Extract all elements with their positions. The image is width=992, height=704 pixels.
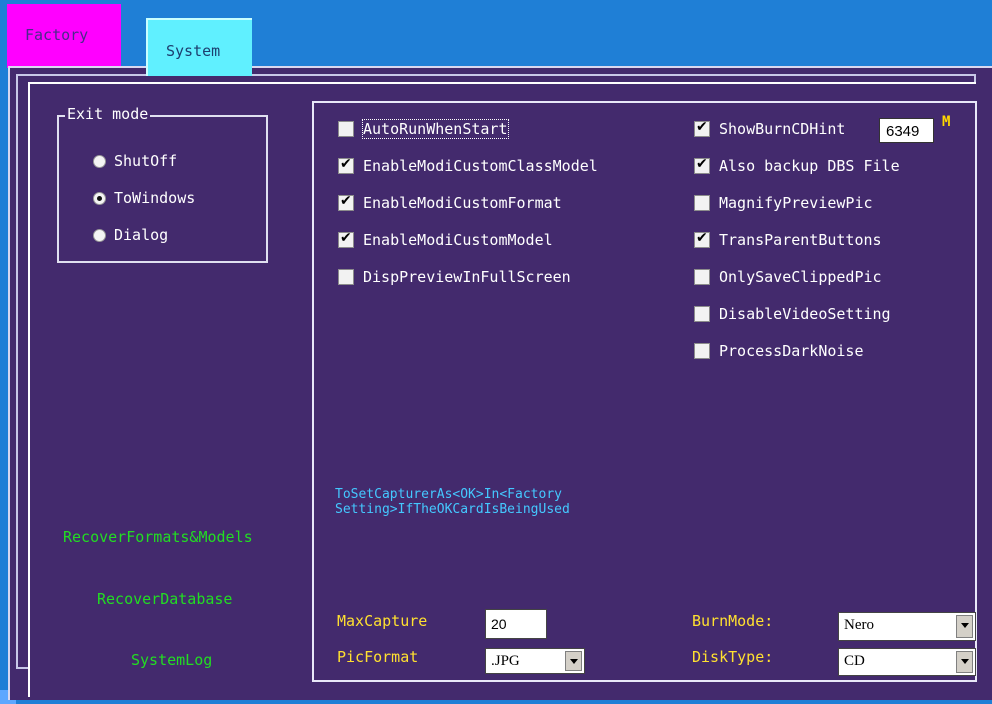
checkbox-label: DispPreviewInFullScreen [363,268,571,286]
checkbox-label: EnableModiCustomClassModel [363,157,598,175]
checkbox[interactable] [338,193,354,211]
radio-label: ShutOff [114,152,178,170]
checkbox[interactable] [338,121,354,137]
max-capture-label: MaxCapture [337,612,428,630]
checkbox-process-dark-noise[interactable]: ProcessDarkNoise [694,342,864,360]
checkbox[interactable] [694,230,710,248]
checkbox-disable-video-setting[interactable]: DisableVideoSetting [694,305,891,323]
checkbox-label: AutoRunWhenStart [362,119,509,139]
checkbox-label: ProcessDarkNoise [719,342,864,360]
radio-shutoff[interactable]: ShutOff [93,152,177,170]
radio-button[interactable] [93,191,106,205]
checkbox[interactable] [694,343,710,359]
checkbox[interactable] [338,230,354,248]
disk-type-select[interactable]: CD [838,648,976,676]
checkbox-label: EnableModiCustomModel [363,231,553,249]
burn-mode-value: Nero [844,617,874,633]
checkbox-enable-modi-custom-format[interactable]: EnableModiCustomFormat [338,193,562,212]
burn-mode-label: BurnMode: [692,612,774,630]
checkbox[interactable] [338,269,354,285]
checkbox-enable-modi-custom-model[interactable]: EnableModiCustomModel [338,230,553,249]
burn-mode-select[interactable]: Nero [838,612,976,641]
checkbox-magnify-preview-pic[interactable]: MagnifyPreviewPic [694,194,873,212]
system-log-link[interactable]: SystemLog [131,651,212,669]
radio-button[interactable] [93,228,106,242]
checkbox-also-backup-dbs[interactable]: Also backup DBS File [694,156,900,175]
radio-dialog[interactable]: Dialog [93,226,168,244]
checkbox[interactable] [694,269,710,285]
recover-database-link[interactable]: RecoverDatabase [97,590,232,608]
options-group [312,101,977,682]
chevron-down-icon[interactable] [956,615,973,638]
checkbox[interactable] [694,195,710,211]
radio-button[interactable] [93,154,106,168]
checkbox[interactable] [694,156,710,174]
checkbox-label: OnlySaveClippedPic [719,268,882,286]
checkbox-transparent-buttons[interactable]: TransParentButtons [694,230,882,249]
checkbox-label: ShowBurnCDHint [719,120,846,138]
disk-type-label: DiskType: [692,648,774,666]
checkbox[interactable] [694,306,710,322]
checkbox-enable-modi-custom-class-model[interactable]: EnableModiCustomClassModel [338,156,598,175]
pic-format-label: PicFormat [337,648,419,666]
checkbox-only-save-clipped-pic[interactable]: OnlySaveClippedPic [694,268,882,286]
pic-format-select[interactable]: .JPG [485,648,585,674]
chevron-down-icon[interactable] [565,651,582,671]
checkbox-autorun[interactable]: AutoRunWhenStart [338,119,509,139]
checkbox-label: EnableModiCustomFormat [363,194,562,212]
checkbox-label: Also backup DBS File [719,157,900,175]
exit-mode-title: Exit mode [65,105,151,123]
max-capture-input[interactable]: 20 [485,609,547,639]
disk-type-value: CD [844,653,865,669]
checkbox[interactable] [338,156,354,174]
burn-hint-unit: M [942,114,951,130]
checkbox-label: MagnifyPreviewPic [719,194,873,212]
chevron-down-icon[interactable] [956,651,973,673]
burn-hint-size-input[interactable]: 6349 [879,118,934,143]
checkbox-label: DisableVideoSetting [719,305,891,323]
capturer-note: ToSetCapturerAs<OK>In<Factory Setting>If… [335,487,570,517]
checkbox-label: TransParentButtons [719,231,882,249]
recover-formats-models-link[interactable]: RecoverFormats&Models [63,528,253,546]
pic-format-value: .JPG [491,653,520,669]
checkbox[interactable] [694,119,710,137]
radio-label: ToWindows [114,189,196,207]
tab-system[interactable]: System [146,18,252,76]
checkbox-disp-preview-fullscreen[interactable]: DispPreviewInFullScreen [338,268,571,286]
tab-factory[interactable]: Factory [7,4,121,68]
radio-towindows[interactable]: ToWindows [93,189,195,207]
checkbox-show-burn-cd-hint[interactable]: ShowBurnCDHint [694,119,846,138]
radio-label: Dialog [114,226,169,244]
